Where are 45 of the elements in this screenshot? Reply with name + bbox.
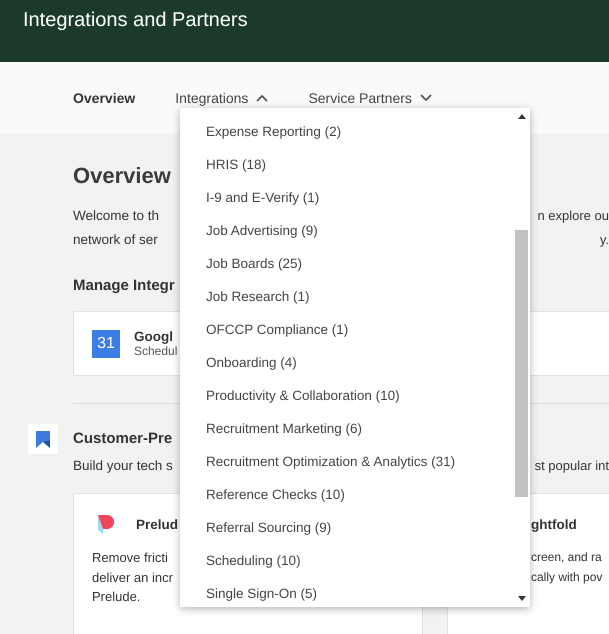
menu-item[interactable]: Referral Sourcing (9) xyxy=(206,518,513,538)
menu-item[interactable]: Job Advertising (9) xyxy=(206,221,513,241)
section-description: Build your tech s xyxy=(73,457,173,475)
scroll-up-icon[interactable] xyxy=(518,114,526,119)
menu-item[interactable]: Recruitment Marketing (6) xyxy=(206,419,513,439)
menu-item[interactable]: Job Research (1) xyxy=(206,287,513,307)
partner-name: Prelud xyxy=(136,516,178,532)
partner-name: ghtfold xyxy=(531,516,577,532)
intro-text: network of ser xyxy=(73,231,158,249)
menu-item[interactable]: HRIS (18) xyxy=(206,155,513,175)
intro-text: Welcome to th xyxy=(73,207,160,225)
nav-tab[interactable]: Service Partners xyxy=(308,90,432,106)
calendar-icon: 31 xyxy=(92,330,120,358)
intro-text: y. xyxy=(600,231,609,249)
menu-item[interactable]: Single Sign-On (5) xyxy=(206,584,513,604)
partner-description: cally with pov xyxy=(531,568,602,586)
intro-text: n explore ou xyxy=(537,207,609,225)
bookmark-icon xyxy=(28,424,58,454)
menu-item[interactable]: Reference Checks (10) xyxy=(206,485,513,505)
partner-description: Remove fricti xyxy=(92,549,168,567)
chevron-icon xyxy=(420,94,432,102)
section-heading: Overview xyxy=(73,162,171,190)
scroll-down-icon[interactable] xyxy=(518,596,526,601)
nav-tab[interactable]: Integrations xyxy=(175,90,268,106)
menu-item[interactable]: Recruitment Optimization & Analytics (31) xyxy=(206,452,513,472)
section-description: st popular int xyxy=(534,457,609,475)
menu-item[interactable]: Productivity & Collaboration (10) xyxy=(206,386,513,406)
menu-item[interactable]: Expense Reporting (2) xyxy=(206,122,513,142)
partner-description: deliver an incr xyxy=(92,568,173,586)
menu-item[interactable]: OFCCP Compliance (1) xyxy=(206,320,513,340)
logo-icon xyxy=(98,513,116,535)
subsection-heading: Manage Integr xyxy=(73,276,175,296)
integration-name: Googl xyxy=(134,329,174,344)
subsection-heading: Customer-Pre xyxy=(73,429,172,449)
menu-item[interactable]: Scheduling (10) xyxy=(206,551,513,571)
integration-subtitle: Schedul xyxy=(134,344,178,358)
menu-item[interactable]: Onboarding (4) xyxy=(206,353,513,373)
partner-description: Prelude. xyxy=(92,588,140,606)
scrollbar[interactable] xyxy=(513,108,530,607)
nav-tab[interactable]: Overview xyxy=(73,90,136,106)
page-title: Integrations and Partners xyxy=(23,8,248,32)
menu-item[interactable]: Job Boards (25) xyxy=(206,254,513,274)
chevron-icon xyxy=(256,94,268,102)
partner-description: creen, and ra xyxy=(531,549,602,566)
menu-item[interactable]: I-9 and E-Verify (1) xyxy=(206,188,513,208)
